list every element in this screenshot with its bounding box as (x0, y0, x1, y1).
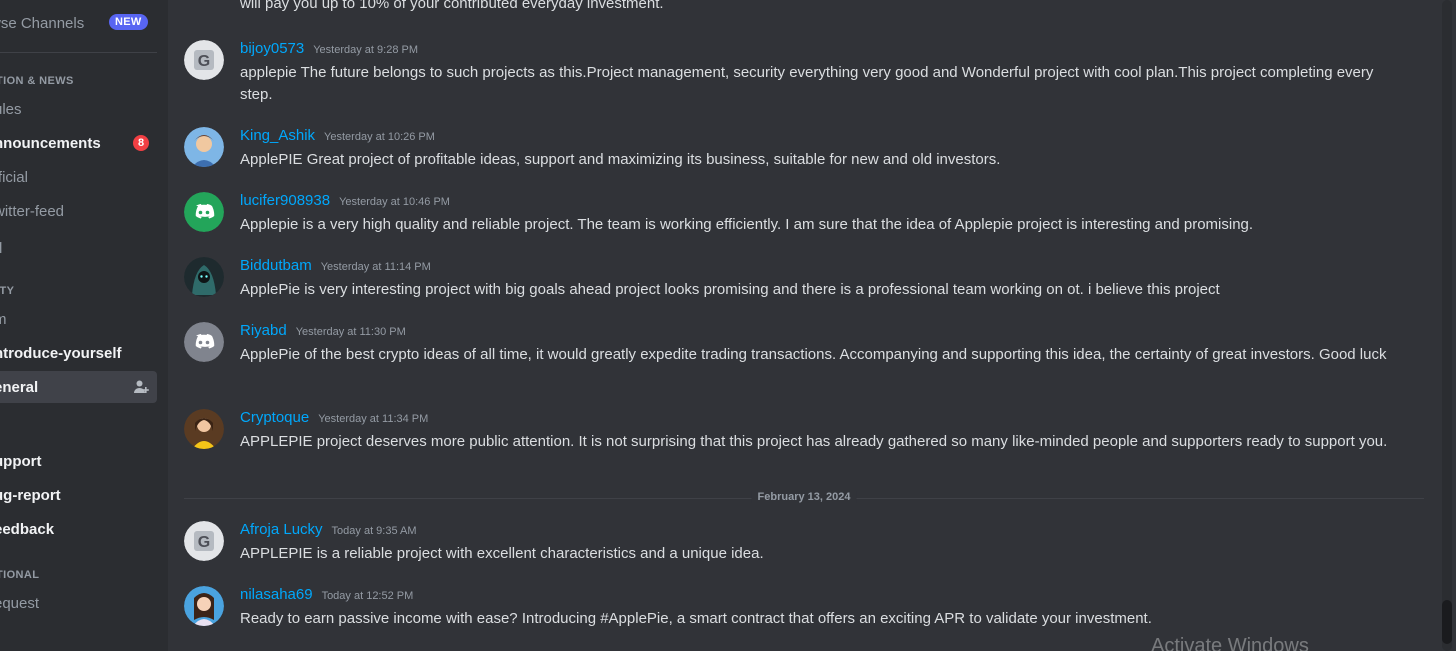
channel-label: ntroduce-yourself (0, 344, 122, 362)
scrollbar-rail (1442, 0, 1452, 651)
channel-team[interactable]: m (0, 303, 157, 335)
channel-faq[interactable]: q (0, 229, 157, 261)
avatar[interactable] (184, 409, 224, 449)
channel-announcements[interactable]: nnouncements 8 (0, 127, 157, 159)
channel-official[interactable]: fficial (0, 161, 157, 193)
activate-windows-watermark: Activate Windows (1151, 635, 1309, 651)
channel-label: fficial (0, 168, 28, 186)
message-list[interactable]: will pay you up to 10% of your contribut… (168, 0, 1438, 651)
timestamp: Yesterday at 10:46 PM (339, 196, 450, 208)
channel-general[interactable]: eneral (0, 371, 157, 403)
message-text: applepie The future belongs to such proj… (240, 64, 1374, 103)
category-community[interactable]: ITY (0, 285, 14, 297)
message-text: Ready to earn passive income with ease? … (240, 610, 1152, 627)
mention-badge: 8 (133, 135, 149, 151)
channel-label: ug-report (0, 486, 61, 504)
username[interactable]: bijoy0573 (240, 40, 304, 57)
scrollbar[interactable] (1438, 0, 1456, 651)
new-badge: NEW (109, 14, 148, 30)
browse-channels-label: wse Channels (0, 14, 85, 32)
avatar[interactable]: G (184, 521, 224, 561)
category-additional[interactable]: TIONAL (0, 569, 39, 581)
browse-channels-item[interactable]: wse Channels NEW (0, 12, 155, 34)
timestamp: Today at 12:52 PM (321, 590, 414, 602)
date-divider-label: February 13, 2024 (751, 491, 857, 503)
channel-support[interactable]: upport (0, 445, 157, 477)
message-text: APPLEPIE is a reliable project with exce… (240, 545, 764, 562)
channel-request[interactable]: equest (0, 587, 157, 619)
channel-bug-report[interactable]: ug-report (0, 479, 157, 511)
message-text: Applepie is a very high quality and reli… (240, 216, 1254, 233)
channel-label: q (0, 237, 2, 254)
username[interactable]: King_Ashik (240, 127, 315, 144)
channel-feedback[interactable]: eedback (0, 513, 157, 545)
date-divider: February 13, 2024 (184, 491, 1424, 503)
avatar[interactable]: G (184, 40, 224, 80)
timestamp: Yesterday at 9:28 PM (313, 44, 418, 56)
message-text: ApplePie is very interesting project wit… (240, 281, 1220, 298)
message-text: ApplePIE Great project of profitable ide… (240, 151, 1001, 168)
channel-label: m (0, 310, 7, 328)
channel-label: witter-feed (0, 202, 65, 220)
channel-label: eneral (0, 378, 39, 396)
username[interactable]: Biddutbam (240, 257, 312, 274)
avatar[interactable] (184, 127, 224, 167)
timestamp: Yesterday at 11:34 PM (318, 413, 429, 425)
create-invite-icon[interactable] (133, 379, 149, 395)
timestamp: Yesterday at 11:30 PM (295, 326, 406, 338)
channel-twitter-feed[interactable]: witter-feed (0, 195, 157, 227)
svg-text:G: G (198, 534, 210, 551)
discord-logo-icon (184, 192, 224, 232)
channel-label: ules (0, 100, 22, 118)
channel-introduce-yourself[interactable]: ntroduce-yourself (0, 337, 157, 369)
avatar[interactable] (184, 322, 224, 362)
timestamp: Yesterday at 11:14 PM (320, 261, 431, 273)
message-text: ApplePie of the best crypto ideas of all… (240, 346, 1387, 363)
avatar[interactable] (184, 257, 224, 297)
sidebar-divider (0, 52, 157, 53)
avatar[interactable] (184, 586, 224, 626)
channel-label: upport (0, 452, 42, 470)
timestamp: Today at 9:35 AM (331, 525, 417, 537)
scrollbar-thumb[interactable] (1442, 600, 1452, 644)
username[interactable]: Riyabd (240, 322, 287, 339)
discord-logo-icon (184, 322, 224, 362)
channel-label: nnouncements (0, 134, 101, 152)
username[interactable]: Afroja Lucky (240, 521, 323, 538)
username[interactable]: nilasaha69 (240, 586, 313, 603)
svg-text:G: G (198, 53, 210, 70)
avatar[interactable] (184, 192, 224, 232)
channel-rules[interactable]: ules (0, 93, 157, 125)
category-information-news[interactable]: TION & NEWS (0, 75, 74, 87)
username[interactable]: Cryptoque (240, 409, 309, 426)
username[interactable]: lucifer908938 (240, 192, 330, 209)
message-text: APPLEPIE project deserves more public at… (240, 433, 1388, 450)
partial-message-text: will pay you up to 10% of your contribut… (240, 0, 664, 12)
timestamp: Yesterday at 10:26 PM (324, 131, 435, 143)
channel-label: eedback (0, 520, 55, 538)
channel-sidebar: wse Channels NEW TION & NEWS ules nnounc… (0, 0, 168, 651)
channel-label: equest (0, 594, 40, 612)
